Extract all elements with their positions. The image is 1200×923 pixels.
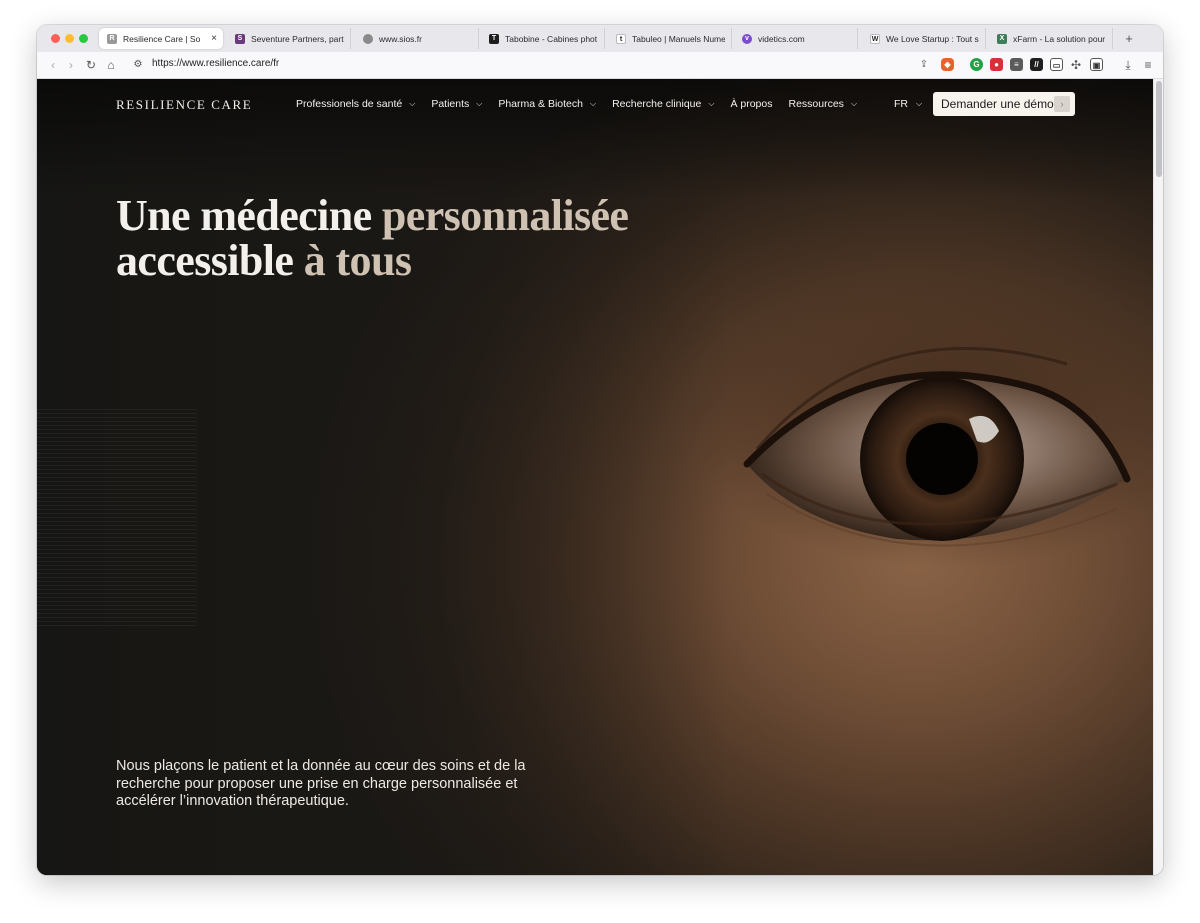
menu-label: Patients bbox=[431, 98, 470, 110]
ai-extension-icon[interactable]: // bbox=[1030, 58, 1043, 71]
welovestartup-favicon-icon: W bbox=[870, 33, 880, 44]
hero-description: Nous plaçons le patient et la donnée au … bbox=[116, 758, 526, 809]
tab-tabuleo[interactable]: t Tabuleo | Manuels Nume bbox=[608, 28, 732, 49]
stack-extension-icon[interactable]: ≡ bbox=[1010, 58, 1023, 71]
main-menu: Professionels de santé ⌵ Patients ⌵ Phar… bbox=[296, 98, 873, 110]
back-arrow-icon[interactable]: ‹ bbox=[45, 57, 61, 73]
tab-close-icon[interactable]: × bbox=[211, 33, 217, 44]
resilience-favicon-icon: R bbox=[107, 33, 117, 44]
tabobine-favicon-icon: T bbox=[489, 33, 499, 44]
tab-videtics[interactable]: v videtics.com bbox=[734, 28, 858, 49]
reload-icon[interactable]: ↻ bbox=[83, 57, 99, 73]
xfarm-favicon-icon: X bbox=[997, 33, 1007, 44]
tab-label: xFarm - La solution pour bbox=[1013, 33, 1106, 44]
tab-we-love-startup[interactable]: W We Love Startup : Tout s bbox=[862, 28, 986, 49]
request-demo-button[interactable]: Demander une démo › bbox=[933, 92, 1075, 116]
menu-a-propos[interactable]: À propos bbox=[730, 98, 772, 110]
nav-toolbar: ‹ › ↻ ⌂ ⚙ https://www.resilience.care/fr… bbox=[37, 52, 1163, 79]
scrollbar-thumb[interactable] bbox=[1156, 81, 1162, 177]
browser-window: R Resilience Care | So × S Seventure Par… bbox=[37, 25, 1163, 875]
menu-label: À propos bbox=[730, 98, 773, 110]
sidebar-extension-icon[interactable]: ▣ bbox=[1090, 58, 1103, 71]
tab-strip: R Resilience Care | So × S Seventure Par… bbox=[37, 25, 1163, 52]
tab-seventure[interactable]: S Seventure Partners, parte bbox=[227, 28, 351, 49]
menu-professionnels[interactable]: Professionels de santé ⌵ bbox=[296, 98, 415, 110]
tab-label: Tabuleo | Manuels Nume bbox=[632, 33, 725, 44]
red-extension-icon[interactable]: ● bbox=[990, 58, 1003, 71]
tab-resilience-care[interactable]: R Resilience Care | So × bbox=[99, 28, 223, 49]
window-close-button[interactable] bbox=[51, 34, 60, 43]
menu-pharma-biotech[interactable]: Pharma & Biotech ⌵ bbox=[498, 98, 596, 110]
tab-label: We Love Startup : Tout s bbox=[886, 33, 979, 44]
menu-label: Recherche clinique bbox=[612, 98, 702, 110]
language-label: FR bbox=[894, 98, 908, 110]
menu-recherche-clinique[interactable]: Recherche clinique ⌵ bbox=[612, 98, 714, 110]
headline-part-soft: à tous bbox=[303, 236, 412, 285]
tab-label: Tabobine - Cabines phot bbox=[505, 33, 598, 44]
window-minimize-button[interactable] bbox=[65, 34, 74, 43]
hamburger-menu-icon[interactable]: ≡ bbox=[1140, 57, 1156, 73]
seventure-favicon-icon: S bbox=[235, 33, 245, 44]
brave-shield-icon[interactable]: ◆ bbox=[941, 58, 954, 71]
site-info-icon[interactable]: ⚙ bbox=[130, 57, 146, 73]
address-bar[interactable]: https://www.resilience.care/fr bbox=[152, 58, 279, 69]
window-extension-icon[interactable]: ▭ bbox=[1050, 58, 1063, 71]
tab-label: www.sios.fr bbox=[379, 33, 422, 44]
menu-label: Pharma & Biotech bbox=[498, 98, 583, 110]
chevron-down-icon: ⌵ bbox=[850, 99, 858, 108]
chevron-down-icon: ⌵ bbox=[409, 99, 416, 108]
chevron-down-icon: ⌵ bbox=[708, 99, 715, 108]
hero-section: RESILIENCE CARE Professionels de santé ⌵… bbox=[37, 79, 1153, 875]
share-icon[interactable]: ⇪ bbox=[916, 57, 932, 73]
site-header: RESILIENCE CARE Professionels de santé ⌵… bbox=[37, 79, 1153, 131]
window-maximize-button[interactable] bbox=[79, 34, 88, 43]
tab-sios[interactable]: www.sios.fr bbox=[355, 28, 479, 49]
hero-headline: Une médecine personnalisée accessible à … bbox=[116, 191, 629, 285]
site-logo[interactable]: RESILIENCE CARE bbox=[116, 97, 252, 113]
tab-label: videtics.com bbox=[758, 33, 805, 44]
menu-ressources[interactable]: Ressources ⌵ bbox=[788, 98, 857, 110]
request-demo-label: Demander une démo bbox=[941, 97, 1054, 111]
tab-tabobine[interactable]: T Tabobine - Cabines phot bbox=[481, 28, 605, 49]
menu-patients[interactable]: Patients ⌵ bbox=[431, 98, 482, 110]
language-selector[interactable]: FR ⌵ bbox=[894, 98, 922, 110]
headline-part: accessible bbox=[116, 236, 294, 285]
eye-hero-image bbox=[687, 269, 1153, 569]
download-icon[interactable]: ⤓ bbox=[1120, 57, 1136, 73]
tab-label: Seventure Partners, parte bbox=[251, 33, 344, 44]
tab-label: Resilience Care | So bbox=[123, 33, 201, 44]
videtics-favicon-icon: v bbox=[742, 33, 752, 44]
headline-part-soft: personnalisée bbox=[381, 191, 629, 240]
menu-label: Professionels de santé bbox=[296, 98, 403, 110]
chevron-down-icon: ⌵ bbox=[589, 99, 597, 108]
arrow-square-icon: › bbox=[1054, 96, 1070, 112]
new-tab-button[interactable]: + bbox=[1120, 30, 1138, 48]
tabuleo-favicon-icon: t bbox=[616, 33, 626, 44]
home-icon[interactable]: ⌂ bbox=[103, 57, 119, 73]
menu-label: Ressources bbox=[788, 98, 844, 110]
forward-arrow-icon[interactable]: › bbox=[63, 57, 79, 73]
tab-xfarm[interactable]: X xFarm - La solution pour bbox=[989, 28, 1113, 49]
headline-part: Une médecine bbox=[116, 191, 372, 240]
decorative-stripes bbox=[37, 409, 197, 629]
globe-icon bbox=[363, 33, 373, 44]
puzzle-extensions-icon[interactable]: ✣ bbox=[1068, 57, 1084, 73]
grammarly-extension-icon[interactable]: G bbox=[970, 58, 983, 71]
chevron-down-icon: ⌵ bbox=[476, 99, 483, 108]
page-scrollbar[interactable] bbox=[1153, 79, 1163, 875]
chevron-down-icon: ⌵ bbox=[916, 99, 923, 108]
